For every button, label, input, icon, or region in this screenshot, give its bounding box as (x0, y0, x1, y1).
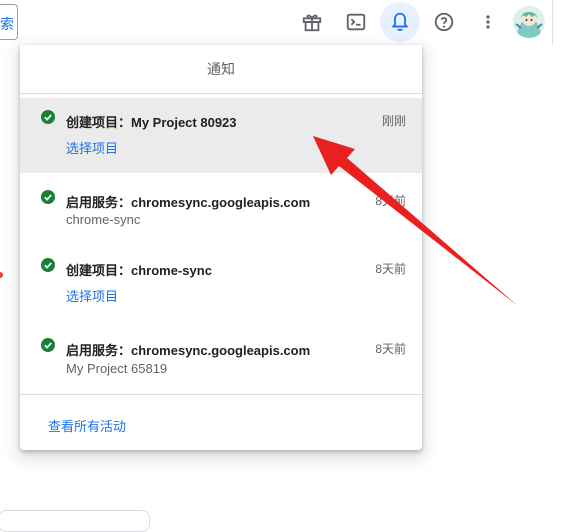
search-fragment: 索 (0, 16, 14, 32)
gift-icon (302, 14, 322, 32)
page-card (0, 510, 150, 532)
notification-time: 刚刚 (381, 114, 406, 128)
select-project-link[interactable]: 选择项目 (66, 286, 118, 305)
view-all-activity-link[interactable]: 查看所有活动 (48, 416, 126, 435)
notification-time: 8天前 (375, 194, 406, 208)
notifications-button[interactable] (380, 2, 420, 42)
notification-time: 8天前 (375, 262, 406, 276)
check-circle-icon (41, 338, 55, 352)
more-options-button[interactable] (468, 2, 508, 42)
panel-title: 通知 (20, 45, 422, 94)
notification-detail: My Project 65819 (66, 361, 168, 376)
terminal-icon (346, 13, 366, 31)
status-dot (0, 272, 3, 278)
notification-title: 启用服务：chromesync.googleapis.com (66, 195, 311, 210)
bell-icon (392, 12, 408, 31)
select-project-link[interactable]: 选择项目 (66, 138, 118, 157)
cloud-shell-button[interactable] (336, 2, 376, 42)
check-circle-icon (41, 110, 55, 124)
notification-title: 启用服务：chromesync.googleapis.com (66, 343, 311, 358)
avatar[interactable] (513, 6, 545, 38)
help-icon (434, 12, 454, 32)
notifications-panel: 通知 创建项目：My Project 80923 刚刚 选择项目 启用服务：ch… (20, 45, 422, 450)
notification-time: 8天前 (375, 342, 406, 356)
notification-item[interactable]: 创建项目：chrome-sync 8天前 选择项目 (20, 246, 422, 321)
notification-title: 创建项目：chrome-sync (66, 263, 212, 278)
notification-item[interactable]: 启用服务：chromesync.googleapis.com 8天前 chrom… (20, 178, 422, 248)
search-box[interactable]: 索 (0, 4, 18, 40)
more-vert-icon (486, 15, 490, 29)
help-button[interactable] (424, 2, 464, 42)
notification-detail: chrome-sync (66, 212, 141, 227)
divider (20, 394, 422, 395)
check-circle-icon (41, 258, 55, 272)
check-circle-icon (41, 190, 55, 204)
gift-button[interactable] (292, 2, 332, 42)
divider (552, 0, 553, 44)
avatar-image (513, 6, 545, 38)
notification-item[interactable]: 启用服务：chromesync.googleapis.com 8天前 My Pr… (20, 326, 422, 394)
top-bar: 索 (0, 0, 565, 44)
notification-item[interactable]: 创建项目：My Project 80923 刚刚 选择项目 (20, 98, 422, 173)
notification-title: 创建项目：My Project 80923 (66, 115, 237, 130)
